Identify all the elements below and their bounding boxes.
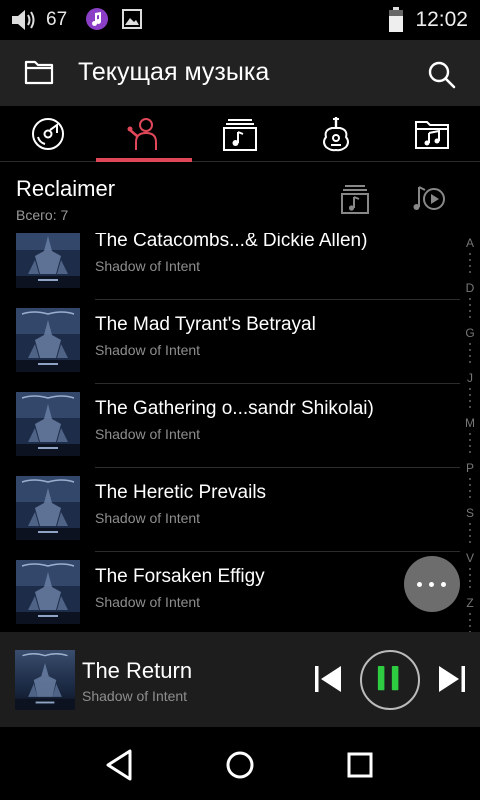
- category-tabs: [0, 106, 480, 162]
- pause-button[interactable]: [360, 650, 420, 710]
- tab-artists[interactable]: [96, 106, 192, 162]
- track-row[interactable]: The Mad Tyrant's Betrayal Shadow of Inten…: [0, 300, 460, 384]
- alphabet-letter[interactable]: G: [460, 326, 480, 340]
- track-title: The Mad Tyrant's Betrayal: [95, 314, 316, 335]
- mini-player[interactable]: The Return Shadow of Intent: [0, 632, 480, 727]
- track-count: Всего: 7: [16, 207, 69, 223]
- add-to-playlist-icon[interactable]: [339, 183, 371, 215]
- play-all-icon[interactable]: [412, 183, 448, 215]
- track-title: The Forsaken Effigy: [95, 566, 265, 587]
- folder-icon[interactable]: [24, 58, 54, 86]
- pause-icon: [377, 666, 399, 691]
- track-artist: Shadow of Intent: [95, 510, 201, 526]
- volume-level: 67: [46, 9, 68, 30]
- index-separator: [469, 343, 471, 367]
- album-header: Reclaimer Всего: 7: [0, 163, 480, 233]
- image-icon: [122, 9, 142, 29]
- search-icon[interactable]: [426, 59, 456, 89]
- music-folder-icon: [415, 121, 449, 149]
- index-separator: [469, 388, 471, 412]
- alphabet-letter[interactable]: M: [460, 416, 480, 430]
- home-icon[interactable]: [220, 745, 260, 785]
- music-app-icon: [86, 8, 108, 30]
- alphabet-letter[interactable]: J: [460, 371, 480, 385]
- album-title: Reclaimer: [16, 176, 116, 201]
- active-tab-indicator: [96, 158, 192, 162]
- track-title: The Heretic Prevails: [95, 482, 267, 503]
- tab-albums[interactable]: [0, 106, 96, 162]
- track-artist: Shadow of Intent: [95, 258, 201, 274]
- now-playing-cover-art: [15, 650, 75, 710]
- tab-playlists[interactable]: [192, 106, 288, 162]
- app-bar: Текущая музыка: [0, 40, 480, 106]
- alphabet-letter[interactable]: D: [460, 281, 480, 295]
- volume-icon: [12, 10, 35, 30]
- alphabet-letter[interactable]: A: [460, 236, 480, 250]
- more-options-button[interactable]: [404, 556, 460, 612]
- disc-icon: [32, 118, 64, 150]
- track-title: The Catacombs...& Dickie Allen): [95, 233, 368, 251]
- alphabet-index[interactable]: ADGJMPSVZ#: [460, 233, 480, 655]
- index-separator: [469, 568, 471, 592]
- system-nav-bar: [0, 727, 480, 800]
- page-title: Текущая музыка: [78, 58, 270, 86]
- index-separator: [469, 433, 471, 457]
- track-title: The Gathering o...sandr Shikolai): [95, 398, 374, 419]
- album-cover-art: [16, 392, 80, 456]
- clock: 12:02: [415, 8, 468, 31]
- tab-folders[interactable]: [384, 106, 480, 162]
- tab-genres[interactable]: [288, 106, 384, 162]
- alphabet-letter[interactable]: S: [460, 506, 480, 520]
- album-cover-art: [16, 233, 80, 288]
- back-icon[interactable]: [100, 745, 140, 785]
- playlist-icon: [223, 119, 257, 151]
- previous-track-button[interactable]: [312, 662, 344, 696]
- album-cover-art: [16, 476, 80, 540]
- alphabet-letter[interactable]: V: [460, 551, 480, 565]
- track-row[interactable]: The Heretic Prevails Shadow of Intent: [0, 468, 460, 552]
- guitar-icon: [323, 117, 349, 152]
- now-playing-title: The Return: [82, 658, 193, 683]
- track-row[interactable]: The Catacombs...& Dickie Allen) Shadow of…: [0, 233, 460, 300]
- next-track-button[interactable]: [436, 662, 468, 696]
- recents-icon[interactable]: [340, 745, 380, 785]
- alphabet-letter[interactable]: P: [460, 461, 480, 475]
- track-row[interactable]: The Gathering o...sandr Shikolai) Shadow …: [0, 384, 460, 468]
- album-cover-art: [16, 560, 80, 624]
- singer-icon: [127, 118, 157, 150]
- status-bar: 67 12:02: [0, 0, 480, 40]
- alphabet-letter[interactable]: Z: [460, 596, 480, 610]
- track-artist: Shadow of Intent: [95, 426, 201, 442]
- index-separator: [469, 298, 471, 322]
- track-artist: Shadow of Intent: [95, 342, 201, 358]
- index-separator: [469, 478, 471, 502]
- track-list: The Catacombs...& Dickie Allen) Shadow of…: [0, 233, 460, 631]
- battery-icon: [389, 7, 403, 32]
- track-row[interactable]: The Forsaken Effigy Shadow of Intent: [0, 552, 460, 631]
- album-cover-art: [16, 308, 80, 372]
- now-playing-artist: Shadow of Intent: [82, 688, 188, 704]
- track-artist: Shadow of Intent: [95, 594, 201, 610]
- index-separator: [469, 523, 471, 547]
- index-separator: [469, 253, 471, 277]
